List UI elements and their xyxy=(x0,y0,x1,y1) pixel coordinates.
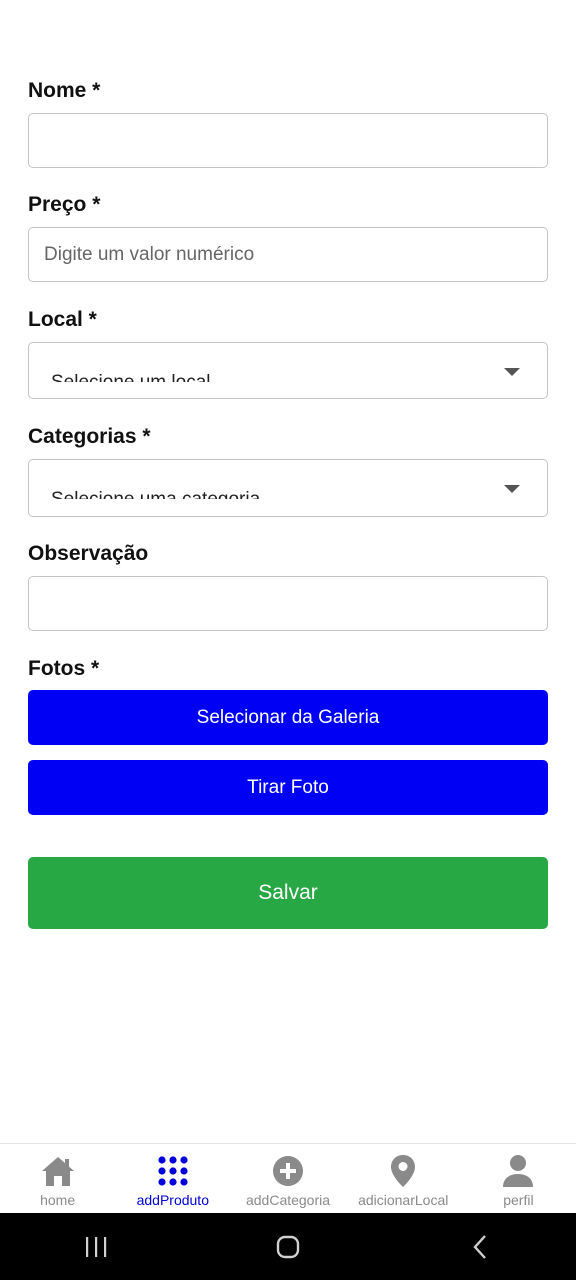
home-circle-icon xyxy=(276,1235,300,1258)
tab-addcategoria[interactable]: addCategoria xyxy=(230,1144,345,1213)
observacao-input[interactable] xyxy=(29,577,547,630)
tab-label: addCategoria xyxy=(245,1192,331,1208)
local-select[interactable]: Selecione um local xyxy=(28,342,548,399)
fotos-label: Fotos * xyxy=(28,657,100,680)
tab-label: perfil xyxy=(503,1192,534,1208)
grid-dots-icon xyxy=(156,1154,190,1188)
categorias-select[interactable]: Selecione uma categoria xyxy=(28,459,548,517)
tab-label: adicionarLocal xyxy=(358,1192,449,1208)
system-navigation-bar xyxy=(0,1213,576,1280)
nome-input[interactable] xyxy=(29,114,547,167)
observacao-label: Observação xyxy=(28,542,149,565)
nome-field-container xyxy=(28,113,548,168)
select-gallery-button[interactable]: Selecionar da Galeria xyxy=(28,690,548,745)
preco-input[interactable] xyxy=(29,228,547,281)
tab-label: addProduto xyxy=(136,1192,209,1208)
bottom-tab-bar: home addProduto addCategoria adicionarLo… xyxy=(0,1143,576,1213)
recent-apps-icon xyxy=(86,1236,107,1257)
chevron-down-icon xyxy=(504,485,520,493)
tab-home[interactable]: home xyxy=(0,1144,115,1213)
chevron-down-icon xyxy=(504,368,520,376)
categorias-selected-value: Selecione uma categoria xyxy=(51,487,260,499)
observacao-field-container xyxy=(28,576,548,631)
tab-perfil[interactable]: perfil xyxy=(461,1144,576,1213)
local-label: Local * xyxy=(28,308,97,331)
take-photo-button[interactable]: Tirar Foto xyxy=(28,760,548,815)
home-icon xyxy=(41,1154,75,1188)
person-icon xyxy=(501,1154,535,1188)
nome-label: Nome * xyxy=(28,79,101,102)
location-pin-icon xyxy=(386,1154,420,1188)
categorias-label: Categorias * xyxy=(28,425,151,448)
tab-addproduto[interactable]: addProduto xyxy=(115,1144,230,1213)
back-button[interactable] xyxy=(450,1222,510,1272)
tab-label: home xyxy=(40,1192,76,1208)
plus-circle-icon xyxy=(271,1154,305,1188)
recent-apps-button[interactable] xyxy=(66,1222,126,1272)
home-system-button[interactable] xyxy=(258,1222,318,1272)
preco-label: Preço * xyxy=(28,193,101,216)
local-selected-value: Selecione um local xyxy=(51,370,210,382)
save-button[interactable]: Salvar xyxy=(28,857,548,929)
preco-field-container xyxy=(28,227,548,282)
back-chevron-icon xyxy=(473,1234,486,1259)
tab-adicionarlocal[interactable]: adicionarLocal xyxy=(346,1144,461,1213)
